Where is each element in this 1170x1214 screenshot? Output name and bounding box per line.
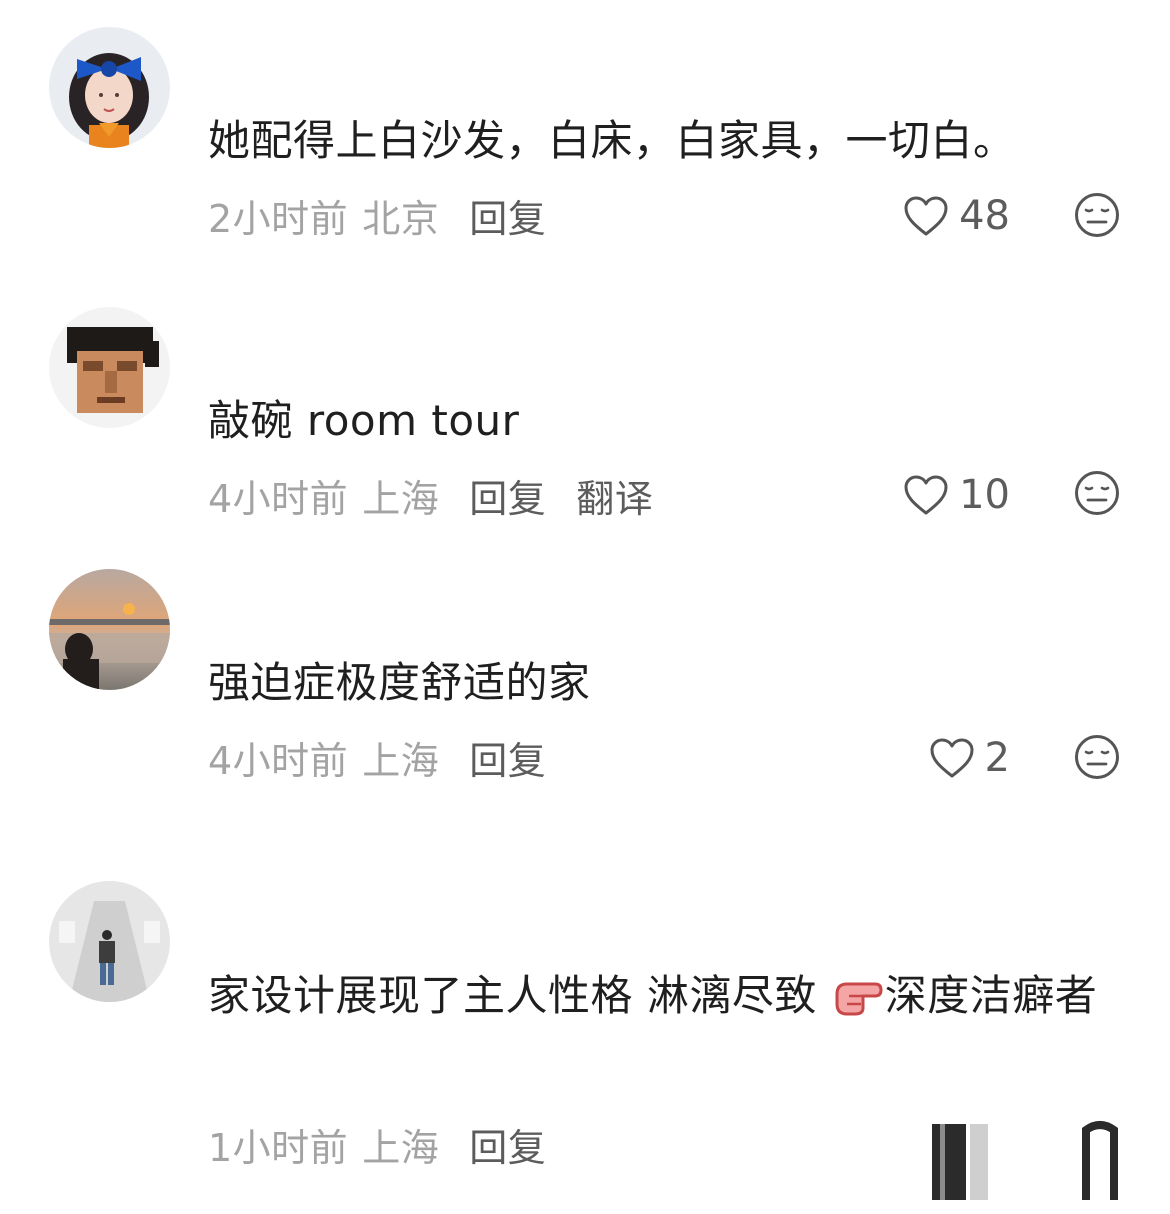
heart-outline-icon [904, 196, 948, 236]
like-count: 10 [959, 472, 1010, 518]
comment-time: 1小时前 [208, 1126, 349, 1170]
comment-text: 她配得上白沙发，白床，白家具，一切白。 [208, 116, 1016, 165]
reply-button[interactable]: 回复 [469, 1126, 546, 1170]
heart-outline-icon [904, 475, 948, 515]
comment-list: 她配得上白沙发，白床，白家具，一切白。 2小时前 北京 回复 48 敲碗 roo… [0, 0, 1170, 1214]
neutral-face-icon [1075, 735, 1119, 779]
comment-text-part: 深度洁癖者 [884, 971, 1098, 1020]
comment-time: 4小时前 [208, 739, 349, 783]
translate-button[interactable]: 翻译 [576, 477, 653, 521]
avatar[interactable] [49, 569, 170, 690]
comment-text-part: 家设计展现了主人性格 淋漓尽致 [208, 971, 831, 1020]
comment-text: 强迫症极度舒适的家 [208, 658, 591, 707]
avatar[interactable] [49, 881, 170, 1002]
comment-time: 4小时前 [208, 477, 349, 521]
dislike-button[interactable] [1074, 192, 1120, 238]
comment-location: 上海 [362, 739, 440, 783]
neutral-face-icon [1075, 193, 1119, 237]
comment-meta: 1小时前 上海 回复 [208, 1117, 546, 1172]
dislike-button[interactable] [1074, 470, 1120, 516]
comment-time: 2小时前 [208, 197, 349, 241]
dislike-button[interactable] [1074, 734, 1120, 780]
like-button[interactable]: 2 [929, 735, 1010, 781]
like-button[interactable]: 10 [903, 472, 1010, 518]
comment-text: 家设计展现了主人性格 淋漓尽致 深度洁癖者 [208, 960, 1108, 1032]
reply-button[interactable]: 回复 [469, 739, 546, 783]
neutral-face-icon [1075, 471, 1119, 515]
cut-off-action-icons [932, 1121, 1118, 1200]
reply-button[interactable]: 回复 [469, 197, 546, 241]
comment-text: 敲碗 room tour [208, 396, 520, 445]
reply-button[interactable]: 回复 [469, 477, 546, 521]
avatar[interactable] [49, 27, 170, 148]
pointing-finger-emoji [835, 966, 883, 1016]
comment-meta: 4小时前 上海 回复 翻译 [208, 468, 653, 523]
comment-location: 上海 [362, 477, 440, 521]
comment-location: 上海 [362, 1126, 440, 1170]
like-count: 2 [984, 735, 1010, 781]
comment-meta: 4小时前 上海 回复 [208, 730, 546, 785]
comment-meta: 2小时前 北京 回复 [208, 188, 546, 243]
comment-location: 北京 [362, 197, 440, 241]
like-count: 48 [959, 193, 1010, 239]
like-button[interactable]: 48 [903, 193, 1010, 239]
avatar[interactable] [49, 307, 170, 428]
heart-outline-icon [930, 738, 974, 778]
